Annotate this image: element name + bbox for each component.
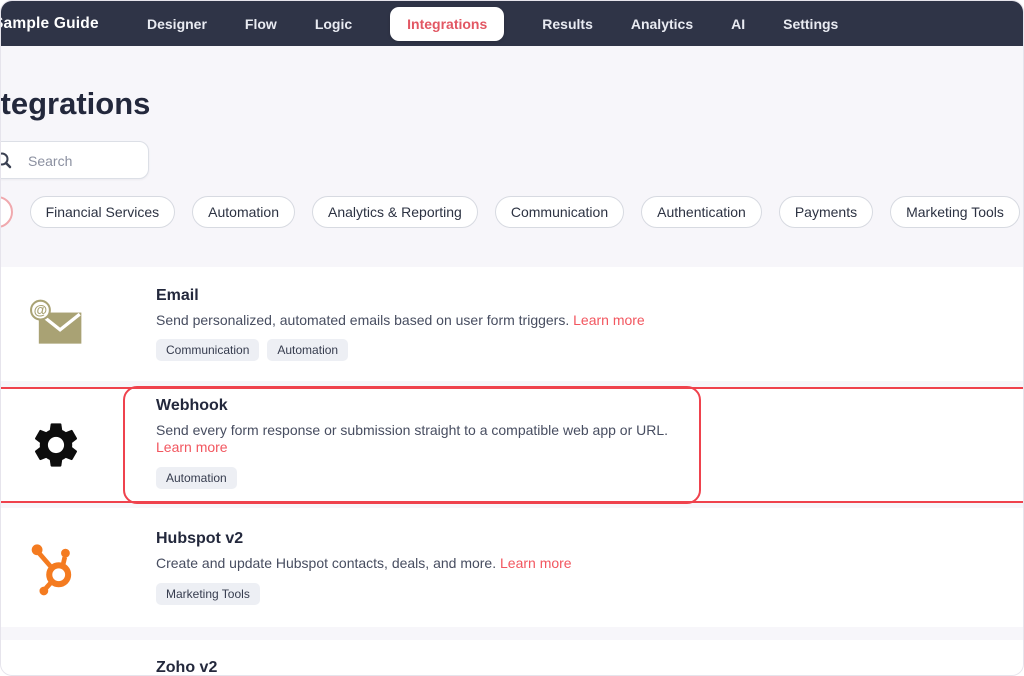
nav-tab-flow[interactable]: Flow [245,16,277,32]
integrations-page: Integrations All Financial Services Automa… [1,46,1023,675]
filter-pill-analytics-reporting[interactable]: Analytics & Reporting [312,196,478,228]
integration-card-webhook[interactable]: Webhook Send every form response or submi… [1,386,1023,504]
integration-card-hubspot-v2[interactable]: Hubspot v2 Create and update Hubspot cont… [1,508,1023,627]
tag-marketing-tools: Marketing Tools [156,582,260,605]
integration-card-content: Hubspot v2 Create and update Hubspot cont… [156,530,572,605]
integration-title: Zoho v2 [156,659,218,676]
integration-tags: Marketing Tools [156,582,572,605]
integration-tags: Communication Automation [156,339,645,362]
nav-tab-designer[interactable]: Designer [147,16,207,32]
filter-pill-communication[interactable]: Communication [494,196,625,228]
integration-description: Send every form response or submission s… [156,421,669,456]
learn-more-link[interactable]: Learn more [500,555,572,571]
integration-title: Hubspot v2 [156,530,244,548]
integration-card-content: Email Send personalized, automated emails… [156,286,645,362]
nav-tab-ai[interactable]: AI [731,16,745,32]
svg-text:@: @ [34,302,48,318]
navbar-items: Designer Flow Logic Integrations Results Anal… [147,6,838,41]
app-brand: Sample Guide [0,14,99,32]
search-box[interactable] [1,141,149,180]
integration-tags: Automation [156,466,679,489]
filter-pill-marketing-tools[interactable]: Marketing Tools [890,196,1020,228]
integration-description: Create and update Hubspot contacts, deal… [156,555,572,572]
nav-tab-logic[interactable]: Logic [315,16,352,32]
webhook-gear-icon [29,417,83,473]
app-window: Sample Guide Designer Flow Logic Integratio… [0,0,1024,676]
integration-title: Webhook [156,397,228,415]
integration-list: @ Email Send personalized, automated emai… [1,267,1023,676]
search-input[interactable] [26,142,142,180]
learn-more-link[interactable]: Learn more [573,312,645,328]
filter-pill-authentication[interactable]: Authentication [641,196,762,228]
nav-tab-settings[interactable]: Settings [783,16,838,32]
search-icon [1,151,12,169]
category-filters: All Financial Services Automation Analytics… [1,196,1023,228]
integration-title: Email [156,286,199,304]
integration-card-content: Zoho v2 [156,640,218,676]
tag-automation: Automation [156,466,237,489]
tag-communication: Communication [156,339,260,362]
integration-description: Send personalized, automated emails base… [156,311,645,328]
nav-tab-results[interactable]: Results [542,16,593,32]
filter-pill-financial-services[interactable]: Financial Services [29,196,176,228]
top-navbar: Sample Guide Designer Flow Logic Integratio… [1,1,1023,46]
page-title: Integrations [0,86,151,121]
nav-tab-analytics[interactable]: Analytics [631,16,693,32]
filter-pill-payments[interactable]: Payments [778,196,874,228]
email-envelope-icon: @ [29,297,83,351]
tag-automation: Automation [267,339,349,362]
nav-tab-integrations[interactable]: Integrations [390,6,505,41]
integration-card-zoho-v2[interactable]: Zoho v2 [1,640,1023,676]
filter-pill-automation[interactable]: Automation [192,196,295,228]
integration-card-email[interactable]: @ Email Send personalized, automated emai… [1,267,1023,381]
learn-more-link[interactable]: Learn more [156,439,228,455]
filter-pill-all[interactable]: All [1,196,13,228]
hubspot-sprocket-icon [29,536,83,600]
highlight-annotation-box: Webhook Send every form response or submi… [123,386,701,504]
